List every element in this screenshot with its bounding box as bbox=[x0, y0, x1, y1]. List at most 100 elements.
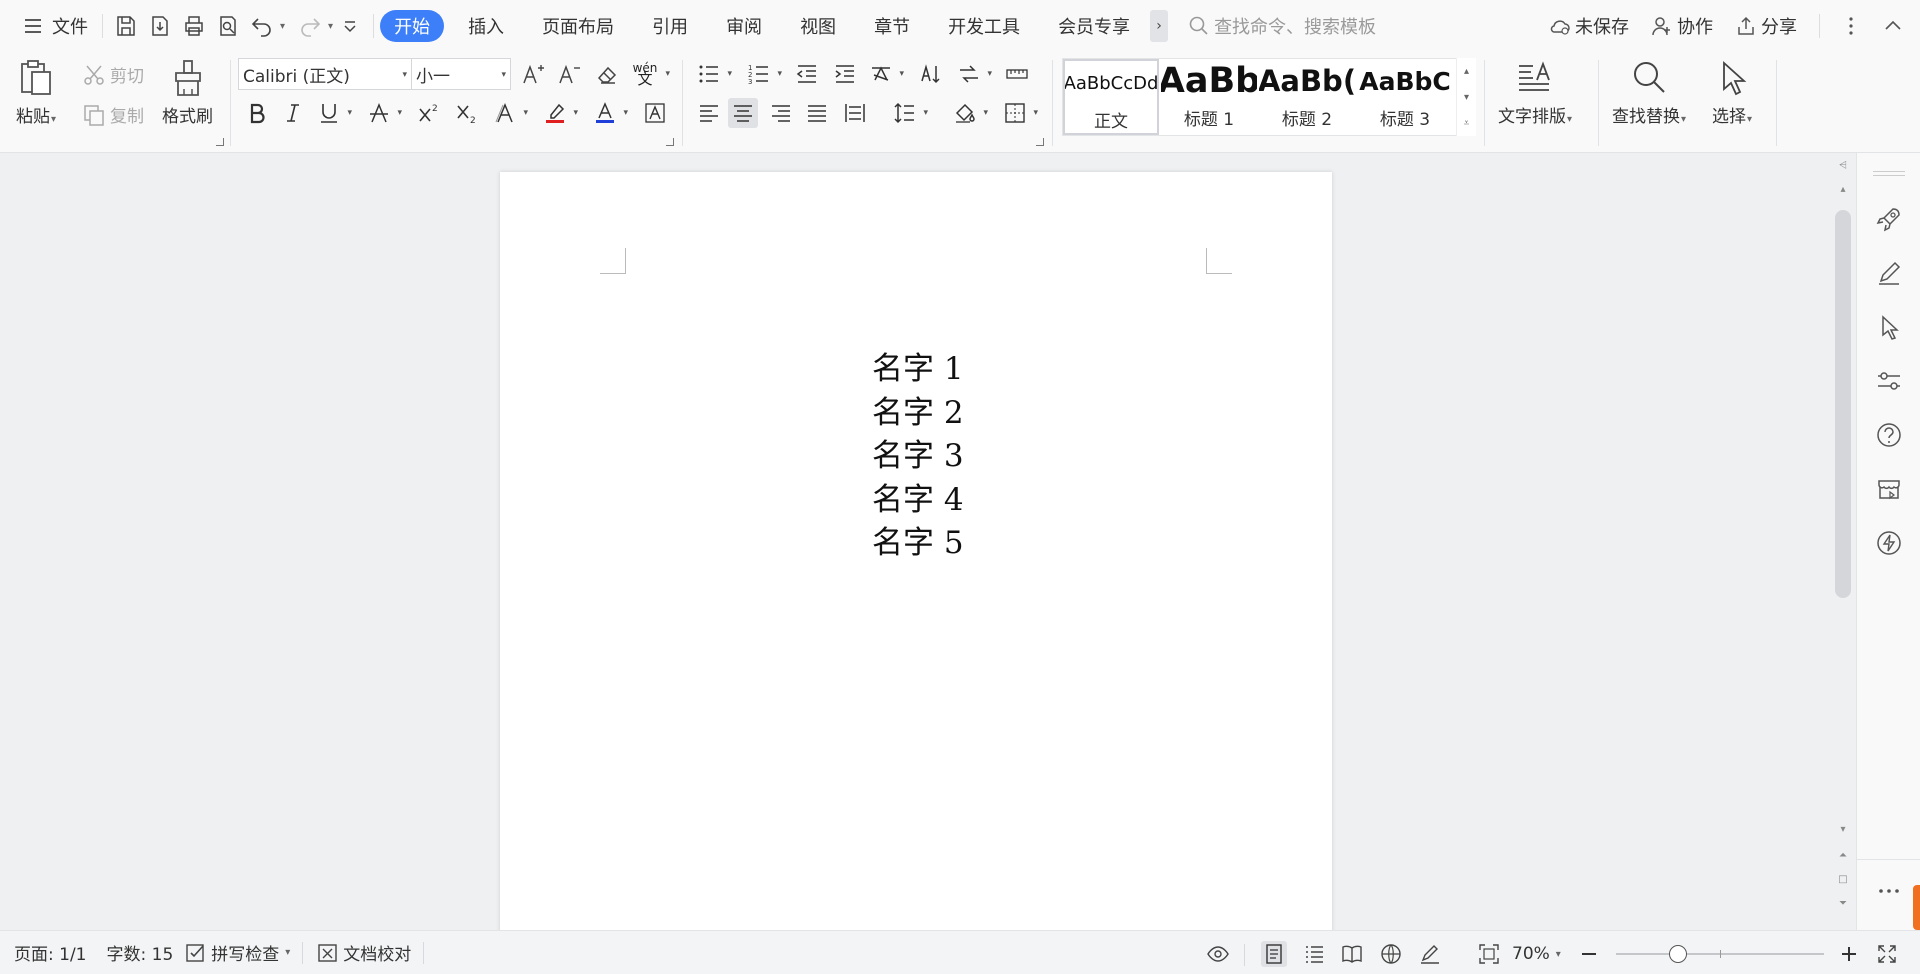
style-heading-2[interactable]: AaBb( 标题 2 bbox=[1259, 59, 1355, 135]
align-center-button[interactable] bbox=[728, 98, 758, 128]
settings-button[interactable] bbox=[1875, 367, 1903, 395]
format-painter-button[interactable]: 格式刷 bbox=[162, 58, 213, 127]
print-preview-button[interactable] bbox=[211, 8, 245, 44]
collapse-ribbon-button[interactable] bbox=[1876, 8, 1910, 44]
style-heading-1[interactable]: AaBb 标题 1 bbox=[1161, 59, 1257, 135]
paste-button[interactable]: 粘贴▾ bbox=[16, 58, 56, 127]
distribute-button[interactable] bbox=[840, 98, 870, 128]
tab-chapter[interactable]: 章节 bbox=[860, 10, 924, 42]
align-left-button[interactable] bbox=[694, 98, 724, 128]
show-marks-button[interactable]: ▾ bbox=[954, 59, 992, 89]
tab-review[interactable]: 审阅 bbox=[712, 10, 776, 42]
shading-button[interactable]: ▾ bbox=[950, 98, 988, 128]
font-name-combo[interactable]: Calibri (正文) ▾ bbox=[238, 58, 412, 90]
file-menu-button[interactable]: 文件 bbox=[14, 8, 96, 44]
document-line[interactable]: 名字 3 bbox=[872, 435, 964, 479]
superscript-button[interactable]: 2 bbox=[414, 98, 444, 128]
next-page-icon[interactable]: ⏷ bbox=[1832, 898, 1854, 909]
chinese-layout-button[interactable]: ▾ bbox=[866, 59, 904, 89]
more-options-button[interactable] bbox=[1834, 8, 1868, 44]
shrink-font-button[interactable] bbox=[554, 59, 584, 89]
scrollbar-thumb[interactable] bbox=[1835, 210, 1851, 598]
style-heading-3[interactable]: AaBbC 标题 3 bbox=[1357, 59, 1453, 135]
zoom-in-button[interactable] bbox=[1836, 941, 1862, 967]
tab-references[interactable]: 引用 bbox=[638, 10, 702, 42]
prev-page-icon[interactable]: ⏶ bbox=[1832, 850, 1854, 861]
italic-button[interactable] bbox=[278, 98, 308, 128]
underline-button[interactable]: ▾ bbox=[314, 98, 352, 128]
select-button[interactable]: 选择▾ bbox=[1712, 58, 1752, 127]
page-indicator[interactable]: 页面: 1/1 bbox=[14, 940, 87, 965]
reading-view-button[interactable] bbox=[1339, 941, 1365, 967]
zoom-level-dropdown[interactable]: 70% ▾ bbox=[1512, 941, 1561, 967]
strikethrough-button[interactable]: ▾ bbox=[364, 98, 402, 128]
tab-start[interactable]: 开始 bbox=[380, 10, 445, 42]
font-size-combo[interactable]: 小一 ▾ bbox=[411, 58, 511, 90]
tab-view[interactable]: 视图 bbox=[786, 10, 850, 42]
document-line[interactable]: 名字 1 bbox=[872, 348, 964, 392]
document-line[interactable]: 名字 4 bbox=[872, 479, 964, 523]
undo-button[interactable] bbox=[245, 8, 279, 44]
clipboard-launcher[interactable] bbox=[216, 138, 224, 146]
share-button[interactable]: 分享 bbox=[1735, 13, 1797, 39]
text-layout-button[interactable]: 文字排版▾ bbox=[1498, 58, 1572, 127]
style-normal[interactable]: AaBbCcDd 正文 bbox=[1063, 59, 1159, 135]
write-mode-button[interactable] bbox=[1417, 941, 1443, 967]
spell-check-button[interactable]: 拼写检查 ▾ bbox=[185, 940, 290, 965]
split-handle-icon[interactable]: ⩤ bbox=[1832, 160, 1854, 171]
store-button[interactable] bbox=[1875, 475, 1903, 503]
clear-format-button[interactable] bbox=[592, 59, 622, 89]
grow-font-button[interactable] bbox=[518, 59, 548, 89]
select-tool-button[interactable] bbox=[1875, 313, 1903, 341]
tab-member[interactable]: 会员专享 bbox=[1044, 10, 1144, 42]
align-right-button[interactable] bbox=[766, 98, 796, 128]
document-body[interactable]: 名字 1 名字 2 名字 3 名字 4 名字 5 bbox=[872, 348, 964, 566]
page-view-button[interactable] bbox=[1261, 941, 1287, 967]
doc-proofread-button[interactable]: 文档校对 bbox=[317, 940, 411, 965]
rocket-button[interactable] bbox=[1875, 205, 1903, 233]
handle-bar[interactable] bbox=[1913, 885, 1920, 930]
unsaved-status-button[interactable]: 未保存 bbox=[1549, 13, 1629, 39]
scroll-down-icon[interactable]: ▾ bbox=[1832, 824, 1854, 835]
redo-button[interactable] bbox=[293, 8, 327, 44]
bullet-list-button[interactable]: ▾ bbox=[694, 59, 732, 89]
font-launcher[interactable] bbox=[666, 138, 674, 146]
phonetic-guide-button[interactable]: wén 文 ▾ bbox=[628, 59, 670, 89]
decrease-indent-button[interactable] bbox=[792, 59, 822, 89]
browse-object-icon[interactable]: □ bbox=[1832, 874, 1854, 885]
ruler-button[interactable] bbox=[1002, 59, 1032, 89]
scroll-down-icon[interactable]: ▾ bbox=[1464, 92, 1469, 103]
highlight-button[interactable]: ▾ bbox=[540, 98, 578, 128]
bold-button[interactable] bbox=[242, 98, 272, 128]
quick-action-button[interactable] bbox=[1875, 529, 1903, 557]
export-pdf-button[interactable] bbox=[143, 8, 177, 44]
vertical-scrollbar[interactable]: ⩤ ▴ ▾ ⏶ □ ⏷ bbox=[1832, 154, 1854, 930]
word-count[interactable]: 字数: 15 bbox=[107, 940, 174, 965]
web-view-button[interactable] bbox=[1378, 941, 1404, 967]
collaborate-button[interactable]: 协作 bbox=[1651, 13, 1713, 39]
document-line[interactable]: 名字 2 bbox=[872, 392, 964, 436]
borders-button[interactable]: ▾ bbox=[1000, 98, 1038, 128]
paragraph-launcher[interactable] bbox=[1036, 138, 1044, 146]
tab-insert[interactable]: 插入 bbox=[454, 10, 518, 42]
font-color-button[interactable]: ▾ bbox=[590, 98, 628, 128]
print-button[interactable] bbox=[177, 8, 211, 44]
command-search[interactable]: 查找命令、搜索模板 bbox=[1188, 13, 1376, 39]
document-line[interactable]: 名字 5 bbox=[872, 522, 964, 566]
undo-dropdown-icon[interactable]: ▾ bbox=[280, 21, 285, 32]
document-page[interactable]: 名字 1 名字 2 名字 3 名字 4 名字 5 bbox=[500, 172, 1332, 930]
text-effects-button[interactable]: ▾ bbox=[490, 98, 528, 128]
justify-button[interactable] bbox=[802, 98, 832, 128]
tab-page-layout[interactable]: 页面布局 bbox=[528, 10, 628, 42]
char-border-button[interactable] bbox=[640, 98, 670, 128]
increase-indent-button[interactable] bbox=[830, 59, 860, 89]
scroll-up-icon[interactable]: ▴ bbox=[1832, 184, 1854, 195]
fit-page-button[interactable] bbox=[1476, 941, 1502, 967]
more-panel-button[interactable] bbox=[1875, 877, 1903, 905]
fullscreen-button[interactable] bbox=[1874, 941, 1900, 967]
tab-developer[interactable]: 开发工具 bbox=[934, 10, 1034, 42]
subscript-button[interactable]: 2 bbox=[452, 98, 482, 128]
save-button[interactable] bbox=[109, 8, 143, 44]
sort-button[interactable] bbox=[916, 59, 946, 89]
zoom-out-button[interactable] bbox=[1576, 941, 1602, 967]
